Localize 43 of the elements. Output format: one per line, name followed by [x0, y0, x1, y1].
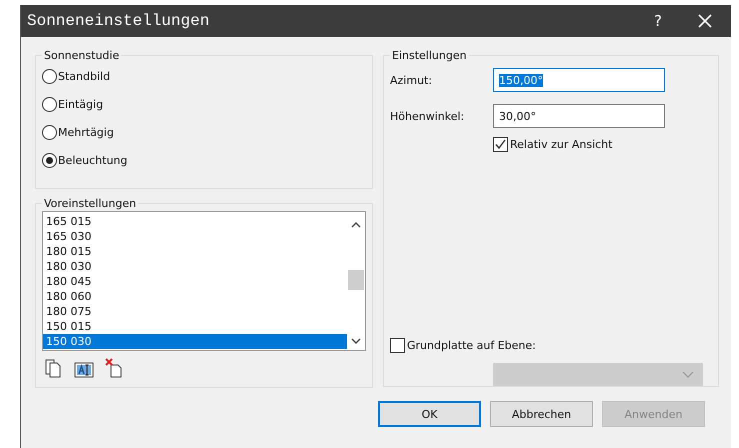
- radio-option[interactable]: Standbild: [42, 62, 366, 90]
- list-item[interactable]: 165 030: [43, 229, 347, 244]
- list-item[interactable]: 180 015: [43, 244, 347, 259]
- scroll-up-icon[interactable]: [351, 222, 361, 228]
- checkbox-option[interactable]: Grundplatte auf Ebene:: [390, 338, 712, 353]
- list-item[interactable]: 150 030: [43, 334, 347, 349]
- chevron-down-icon: [682, 371, 694, 378]
- field-value: 150,00°: [499, 74, 543, 86]
- checkbox[interactable]: [390, 338, 405, 353]
- dialog-button[interactable]: Abbrechen: [490, 401, 593, 427]
- radio-option[interactable]: Mehrtägig: [42, 118, 366, 146]
- input-field[interactable]: 150,00°: [493, 68, 665, 92]
- rename-icon[interactable]: [74, 362, 94, 378]
- list-item[interactable]: 180 060: [43, 289, 347, 304]
- scroll-thumb[interactable]: [348, 270, 364, 290]
- list-item[interactable]: 180 075: [43, 304, 347, 319]
- radio-button[interactable]: [42, 152, 57, 168]
- group-label: Einstellungen: [391, 49, 468, 62]
- radio-button[interactable]: [42, 124, 57, 140]
- close-icon: [698, 14, 712, 28]
- list-item[interactable]: 150 015: [43, 319, 347, 334]
- window-title: Sonneneinstellungen: [26, 12, 210, 30]
- radio-button[interactable]: [42, 96, 57, 112]
- checkbox-label: Grundplatte auf Ebene:: [407, 339, 536, 352]
- checkbox[interactable]: [493, 137, 508, 152]
- delete-icon[interactable]: [104, 358, 124, 378]
- list-item[interactable]: 165 015: [43, 214, 347, 229]
- group-label: Sonnenstudie: [43, 49, 120, 62]
- field-label: Höhenwinkel:: [390, 110, 466, 122]
- radio-option[interactable]: Beleuchtung: [42, 146, 366, 174]
- list-item[interactable]: 180 045: [43, 274, 347, 289]
- scroll-down-icon[interactable]: [351, 338, 361, 344]
- checkbox-label: Relativ zur Ansicht: [510, 138, 612, 151]
- group-label: Voreinstellungen: [43, 197, 138, 210]
- input-field[interactable]: 30,00°: [493, 104, 665, 128]
- dialog-button[interactable]: OK: [378, 401, 481, 427]
- checkbox-option[interactable]: Relativ zur Ansicht: [493, 137, 712, 152]
- radio-option[interactable]: Eintägig: [42, 90, 366, 118]
- field-value: 30,00°: [499, 110, 536, 122]
- field-label: Azimut:: [390, 74, 434, 86]
- list-item[interactable]: 180 030: [43, 259, 347, 274]
- help-button[interactable]: ?: [637, 5, 679, 37]
- radio-button[interactable]: [42, 68, 57, 84]
